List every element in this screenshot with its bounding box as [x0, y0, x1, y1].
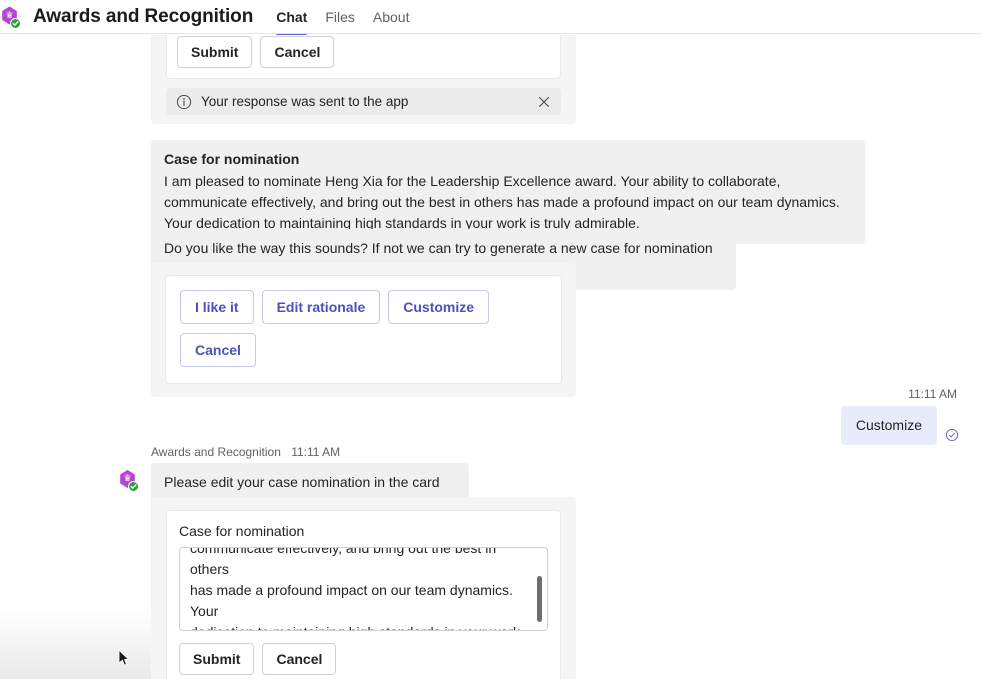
submit-button-editor[interactable]: Submit: [179, 643, 255, 675]
delivered-check-icon: [945, 428, 959, 442]
bot-message-timestamp: 11:11 AM: [291, 445, 341, 459]
editor-card-actions: Submit Cancel: [179, 643, 548, 675]
edit-rationale-button[interactable]: Edit rationale: [261, 290, 381, 324]
tab-chat-label: Chat: [276, 8, 308, 25]
cancel-button-actions[interactable]: Cancel: [180, 333, 256, 367]
adaptive-card-editor: Case for nomination communicate effectiv…: [151, 497, 576, 679]
chat-scroll-region[interactable]: Submit Cancel Your response was sent to …: [0, 35, 981, 679]
adaptive-card-previous: Submit Cancel Your response was sent to …: [151, 35, 576, 124]
adaptive-card-editor-body: Case for nomination communicate effectiv…: [166, 510, 561, 679]
action-buttons-row-1: I like it Edit rationale Customize: [180, 290, 547, 324]
case-for-nomination-label: Case for nomination: [179, 523, 305, 539]
textarea-content: communicate effectively, and bring out t…: [190, 547, 520, 630]
previous-card-actions: Submit Cancel: [177, 36, 550, 68]
submit-button-top[interactable]: Submit: [177, 36, 253, 68]
available-check-icon: [10, 17, 21, 29]
case-for-nomination-textarea[interactable]: communicate effectively, and bring out t…: [179, 547, 548, 631]
app-avatar: ♛: [1, 6, 23, 29]
i-like-it-button[interactable]: I like it: [180, 290, 254, 324]
cancel-button-editor[interactable]: Cancel: [262, 643, 337, 675]
notice-text-top: Your response was sent to the app: [201, 94, 409, 109]
avatar: ♛: [119, 469, 141, 492]
page-title: Awards and Recognition: [33, 5, 254, 27]
tab-about[interactable]: About: [364, 0, 419, 34]
header-tabs: Chat Files About: [267, 0, 419, 37]
app-header: ♛ Awards and Recognition Chat Files Abou…: [0, 0, 981, 37]
user-message-block: 11:11 AM Customize: [840, 387, 959, 445]
page-bottom-fade: [0, 609, 151, 679]
tab-chat[interactable]: Chat: [267, 0, 316, 37]
bot-message-meta: Awards and Recognition 11:11 AM: [151, 445, 340, 459]
user-message-bubble: Customize: [840, 406, 937, 445]
nomination-title: Case for nomination: [164, 151, 300, 167]
close-icon[interactable]: [536, 94, 552, 110]
adaptive-card-actions: I like it Edit rationale Customize Cance…: [151, 263, 576, 397]
cancel-button-top[interactable]: Cancel: [260, 36, 335, 68]
response-sent-notice-top: Your response was sent to the app: [166, 88, 561, 115]
user-message-row: Customize: [840, 406, 959, 445]
available-check-icon: [128, 481, 139, 492]
info-icon: [176, 94, 192, 110]
tab-about-label: About: [372, 8, 410, 25]
customize-button[interactable]: Customize: [388, 290, 490, 324]
bot-sender-name: Awards and Recognition: [151, 445, 281, 459]
tab-files[interactable]: Files: [316, 0, 364, 34]
adaptive-card-previous-body: Submit Cancel: [166, 35, 561, 79]
vertical-scrollbar-thumb[interactable]: [537, 576, 542, 622]
user-message-timestamp: 11:11 AM: [908, 387, 957, 401]
action-buttons-row-2: Cancel: [180, 333, 547, 367]
tab-files-label: Files: [325, 8, 355, 25]
nomination-body: I am pleased to nominate Heng Xia for th…: [164, 173, 840, 231]
adaptive-card-actions-body: I like it Edit rationale Customize Cance…: [165, 275, 562, 384]
